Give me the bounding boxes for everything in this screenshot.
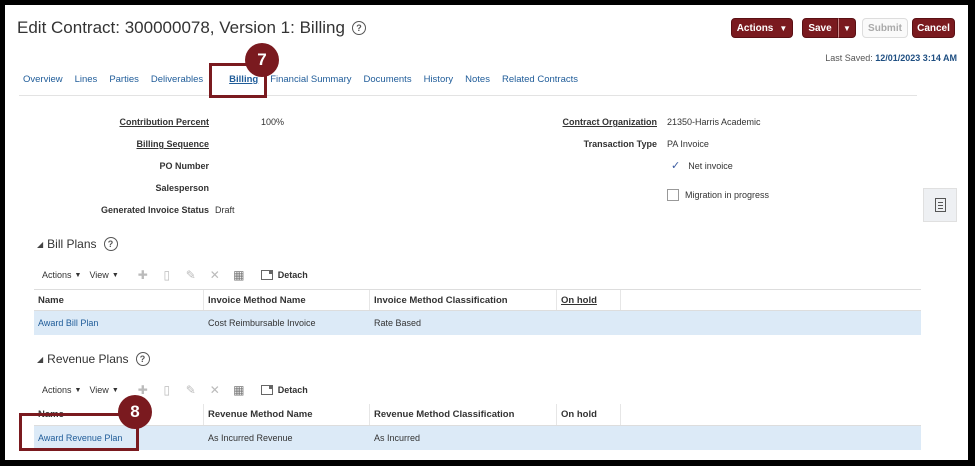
column-header-filler [621, 404, 921, 425]
save-dropdown-icon[interactable]: ▼ [838, 18, 856, 38]
table-cell [557, 426, 621, 450]
migration-in-progress-check[interactable]: Migration in progress [667, 189, 769, 201]
column-header[interactable]: Invoice Method Classification [370, 290, 557, 310]
freeze-icon[interactable]: ▦ [233, 383, 245, 397]
revenue-plans-actions-menu[interactable]: Actions ▼ [42, 385, 81, 395]
tab-financial-summary[interactable]: Financial Summary [270, 74, 351, 85]
delete-icon[interactable]: ▯ [161, 268, 173, 282]
contribution-percent-value: 100% [261, 117, 285, 127]
column-header[interactable]: Revenue Method Classification [370, 404, 557, 425]
collapse-triangle-icon[interactable]: ◢ [37, 240, 43, 249]
salesperson-label: Salesperson [155, 183, 209, 193]
revenue-plans-view-menu[interactable]: View ▼ [89, 385, 118, 395]
caret-down-icon: ▼ [74, 271, 82, 279]
caret-down-icon: ▼ [779, 23, 788, 33]
callout-badge-8: 8 [118, 395, 152, 429]
caret-down-icon: ▼ [74, 386, 82, 394]
table-header: Name Revenue Method Name Revenue Method … [34, 404, 921, 426]
revenue-plans-detach-button[interactable]: Detach [260, 385, 308, 395]
bill-plans-view-menu[interactable]: View ▼ [89, 270, 118, 280]
actions-button[interactable]: Actions ▼ [731, 18, 793, 38]
column-header[interactable]: Name [34, 290, 204, 310]
contract-organization-label: Contract Organization [562, 117, 657, 127]
generated-invoice-status-label: Generated Invoice Status [100, 205, 209, 215]
caret-down-icon: ▼ [111, 271, 119, 279]
contribution-percent-label: Contribution Percent [119, 117, 210, 127]
tab-bar: Overview Lines Parties Deliverables Bill… [23, 74, 590, 85]
tab-deliverables[interactable]: Deliverables [151, 74, 203, 85]
submit-button[interactable]: Submit [862, 18, 908, 38]
tab-history[interactable]: History [424, 74, 454, 85]
revenue-plans-table: Name Revenue Method Name Revenue Method … [34, 404, 921, 450]
help-icon[interactable]: ? [135, 352, 150, 366]
column-header[interactable]: On hold [557, 404, 621, 425]
table-row[interactable]: Award Bill Plan Cost Reimbursable Invoic… [34, 311, 921, 335]
tab-lines[interactable]: Lines [75, 74, 98, 85]
save-button[interactable]: Save [802, 18, 838, 38]
help-icon[interactable]: ? [351, 21, 366, 35]
callout-badge-7: 7 [245, 43, 279, 77]
remove-icon[interactable]: ✕ [209, 383, 221, 397]
tab-related-contracts[interactable]: Related Contracts [502, 74, 578, 85]
caret-down-icon: ▼ [111, 386, 119, 394]
billing-content: Contribution Percent 100% Billing Sequen… [19, 95, 921, 455]
edit-icon[interactable]: ✎ [185, 383, 197, 397]
detach-icon [260, 270, 273, 280]
table-cell [557, 311, 621, 335]
page-title: Edit Contract: 300000078, Version 1: Bil… [17, 18, 366, 38]
column-header[interactable]: Revenue Method Name [204, 404, 370, 425]
revenue-plans-toolbar: Actions ▼ View ▼ ✚ ▯ ✎ ✕ ▦ Detach [42, 383, 308, 397]
contract-organization-value: 21350-Harris Academic [667, 117, 761, 127]
net-invoice-check[interactable]: ✓ Net invoice [671, 159, 733, 172]
bill-plans-header[interactable]: ◢ Bill Plans ? [37, 237, 118, 251]
help-icon[interactable]: ? [103, 237, 118, 251]
document-icon [934, 198, 946, 212]
bill-plans-actions-menu[interactable]: Actions ▼ [42, 270, 81, 280]
revenue-plans-header[interactable]: ◢ Revenue Plans ? [37, 352, 150, 366]
freeze-icon[interactable]: ▦ [233, 268, 245, 282]
last-saved: Last Saved: 12/01/2023 3:14 AM [825, 53, 957, 63]
billing-sequence-label: Billing Sequence [136, 139, 209, 149]
table-cell: Rate Based [374, 318, 422, 328]
column-header-filler [621, 290, 921, 310]
tab-documents[interactable]: Documents [364, 74, 412, 85]
transaction-type-label: Transaction Type [583, 139, 657, 149]
cancel-button[interactable]: Cancel [912, 18, 955, 38]
bill-plan-name-link[interactable]: Award Bill Plan [34, 311, 204, 335]
app-frame: Edit Contract: 300000078, Version 1: Bil… [5, 5, 968, 460]
delete-icon[interactable]: ▯ [161, 383, 173, 397]
detach-icon [260, 385, 273, 395]
bill-plans-table: Name Invoice Method Name Invoice Method … [34, 289, 921, 335]
tab-overview[interactable]: Overview [23, 74, 63, 85]
table-cell: As Incurred [374, 433, 421, 443]
add-icon[interactable]: ✚ [137, 268, 149, 282]
collapse-triangle-icon[interactable]: ◢ [37, 355, 43, 364]
bill-plans-toolbar: Actions ▼ View ▼ ✚ ▯ ✎ ✕ ▦ Detach [42, 268, 308, 282]
bill-plans-detach-button[interactable]: Detach [260, 270, 308, 280]
remove-icon[interactable]: ✕ [209, 268, 221, 282]
checkmark-icon: ✓ [671, 160, 681, 172]
side-panel-button[interactable] [923, 188, 957, 222]
column-header[interactable]: On hold [557, 290, 621, 310]
table-row[interactable]: Award Revenue Plan As Incurred Revenue A… [34, 426, 921, 450]
column-header[interactable]: Invoice Method Name [204, 290, 370, 310]
table-cell: Cost Reimbursable Invoice [208, 318, 316, 328]
tab-parties[interactable]: Parties [109, 74, 139, 85]
table-header: Name Invoice Method Name Invoice Method … [34, 289, 921, 311]
po-number-label: PO Number [159, 161, 209, 171]
table-cell: As Incurred Revenue [208, 433, 293, 443]
tab-notes[interactable]: Notes [465, 74, 490, 85]
edit-icon[interactable]: ✎ [185, 268, 197, 282]
generated-invoice-status-value: Draft [215, 205, 235, 215]
checkbox-icon[interactable] [667, 189, 679, 201]
save-button-group[interactable]: Save ▼ [802, 18, 856, 38]
transaction-type-value: PA Invoice [667, 139, 709, 149]
